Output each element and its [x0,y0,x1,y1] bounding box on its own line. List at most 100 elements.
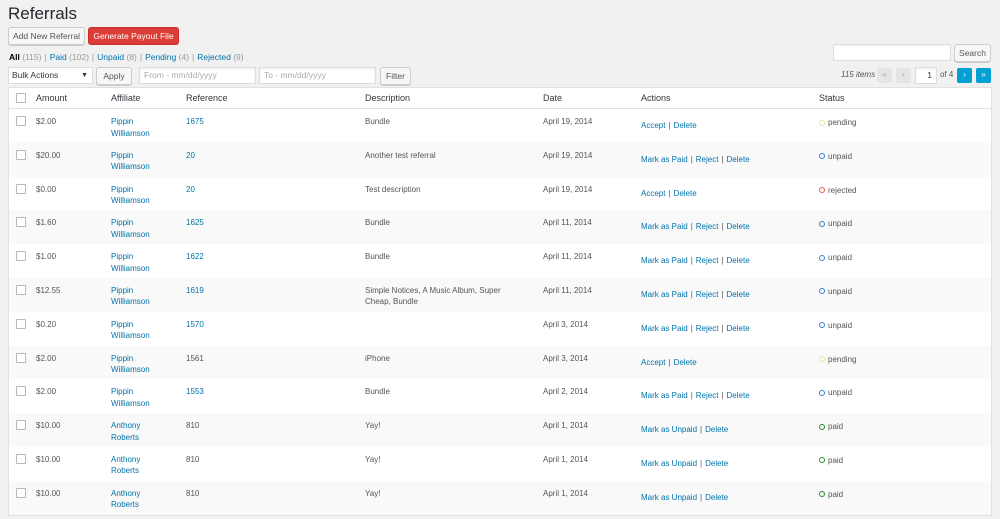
row-actions: Accept | Delete [641,120,697,132]
reference-cell[interactable]: 1625 [186,217,204,229]
action-delete-link[interactable]: Delete [727,290,750,299]
column-header-amount[interactable]: Amount [36,93,67,103]
apply-button[interactable]: Apply [96,67,132,85]
affiliate-link[interactable]: Pippin Williamson [111,116,150,139]
affiliate-link[interactable]: Pippin Williamson [111,150,150,173]
affiliate-link[interactable]: Pippin Williamson [111,217,150,240]
affiliate-link[interactable]: Anthony Roberts [111,488,140,511]
amount-cell: $0.00 [36,184,57,194]
row-checkbox[interactable] [16,183,26,194]
action-reject-link[interactable]: Reject [696,256,719,265]
row-checkbox[interactable] [16,420,26,431]
action-mark-as-paid-link[interactable]: Mark as Paid [641,391,688,400]
bulk-actions-select[interactable]: Bulk Actions ▼ [8,67,93,84]
row-checkbox[interactable] [16,386,26,397]
affiliate-link[interactable]: Pippin Williamson [111,251,150,274]
date-to-input[interactable]: To - mm/dd/yyyy [259,67,376,84]
view-unpaid[interactable]: Unpaid [97,52,124,62]
row-checkbox[interactable] [16,318,26,329]
view-all[interactable]: All [9,52,20,62]
row-checkbox[interactable] [16,251,26,262]
row-checkbox[interactable] [16,217,26,228]
action-mark-as-unpaid-link[interactable]: Mark as Unpaid [641,493,697,502]
action-delete-link[interactable]: Delete [727,391,750,400]
prev-page-button[interactable]: ‹ [896,68,911,83]
reference-cell[interactable]: 1570 [186,319,204,331]
row-checkbox[interactable] [16,284,26,295]
action-delete-link[interactable]: Delete [674,358,697,367]
view-rejected[interactable]: Rejected [197,52,231,62]
action-delete-link[interactable]: Delete [727,222,750,231]
search-input[interactable] [833,44,951,61]
affiliate-link[interactable]: Pippin Williamson [111,386,150,409]
action-separator: | [721,391,724,401]
action-accept-link[interactable]: Accept [641,189,665,198]
column-header-affiliate[interactable]: Affiliate [111,93,140,103]
action-accept-link[interactable]: Accept [641,121,665,130]
action-separator: | [690,256,693,266]
action-delete-link[interactable]: Delete [727,324,750,333]
status-badge: unpaid [819,252,852,264]
reference-cell[interactable]: 1553 [186,386,204,398]
action-mark-as-paid-link[interactable]: Mark as Paid [641,324,688,333]
action-delete-link[interactable]: Delete [705,425,728,434]
column-header-status[interactable]: Status [819,93,845,103]
row-checkbox[interactable] [16,487,26,498]
affiliate-name-line: Pippin [111,184,134,194]
action-mark-as-paid-link[interactable]: Mark as Paid [641,290,688,299]
column-header-date[interactable]: Date [543,93,562,103]
reference-cell[interactable]: 1675 [186,116,204,128]
reference-cell[interactable]: 20 [186,150,195,162]
affiliate-link[interactable]: Anthony Roberts [111,420,140,443]
reference-cell[interactable]: 20 [186,184,195,196]
action-mark-as-paid-link[interactable]: Mark as Paid [641,256,688,265]
reference-cell[interactable]: 1622 [186,251,204,263]
action-delete-link[interactable]: Delete [727,256,750,265]
column-header-reference[interactable]: Reference [186,93,228,103]
reference-cell[interactable]: 1619 [186,285,204,297]
affiliate-link[interactable]: Anthony Roberts [111,454,140,477]
action-reject-link[interactable]: Reject [696,324,719,333]
view-paid[interactable]: Paid [50,52,67,62]
action-delete-link[interactable]: Delete [705,459,728,468]
action-mark-as-paid-link[interactable]: Mark as Paid [641,222,688,231]
status-badge: unpaid [819,387,852,399]
action-delete-link[interactable]: Delete [674,121,697,130]
action-reject-link[interactable]: Reject [696,391,719,400]
row-checkbox[interactable] [16,352,26,363]
status-badge: pending [819,117,856,129]
action-reject-link[interactable]: Reject [696,222,719,231]
row-checkbox[interactable] [16,116,26,126]
description-cell: Yay! [365,488,525,500]
row-checkbox[interactable] [16,453,26,464]
date-from-input[interactable]: From - mm/dd/yyyy [139,67,256,84]
action-mark-as-paid-link[interactable]: Mark as Paid [641,155,688,164]
filter-button[interactable]: Filter [380,67,411,85]
action-mark-as-unpaid-link[interactable]: Mark as Unpaid [641,459,697,468]
action-reject-link[interactable]: Reject [696,155,719,164]
add-new-referral-button[interactable]: Add New Referral [8,27,85,45]
affiliate-link[interactable]: Pippin Williamson [111,285,150,308]
action-delete-link[interactable]: Delete [674,189,697,198]
first-page-button[interactable]: « [877,68,892,83]
current-page-input[interactable]: 1 [915,67,937,84]
description-cell: Bundle [365,217,525,229]
row-checkbox[interactable] [16,149,26,160]
action-delete-link[interactable]: Delete [705,493,728,502]
view-pending[interactable]: Pending [145,52,176,62]
affiliate-link[interactable]: Pippin Williamson [111,184,150,207]
reference-cell: 810 [186,454,200,464]
last-page-button[interactable]: » [976,68,991,83]
search-button[interactable]: Search [954,44,991,62]
action-delete-link[interactable]: Delete [727,155,750,164]
next-page-button[interactable]: › [957,68,972,83]
affiliate-name-line: Pippin [111,319,134,329]
row-actions: Accept | Delete [641,357,697,369]
action-reject-link[interactable]: Reject [696,290,719,299]
generate-payout-file-button[interactable]: Generate Payout File [88,27,179,45]
action-mark-as-unpaid-link[interactable]: Mark as Unpaid [641,425,697,434]
affiliate-link[interactable]: Pippin Williamson [111,353,150,376]
affiliate-link[interactable]: Pippin Williamson [111,319,150,342]
select-all-checkbox[interactable] [16,93,26,103]
action-accept-link[interactable]: Accept [641,358,665,367]
